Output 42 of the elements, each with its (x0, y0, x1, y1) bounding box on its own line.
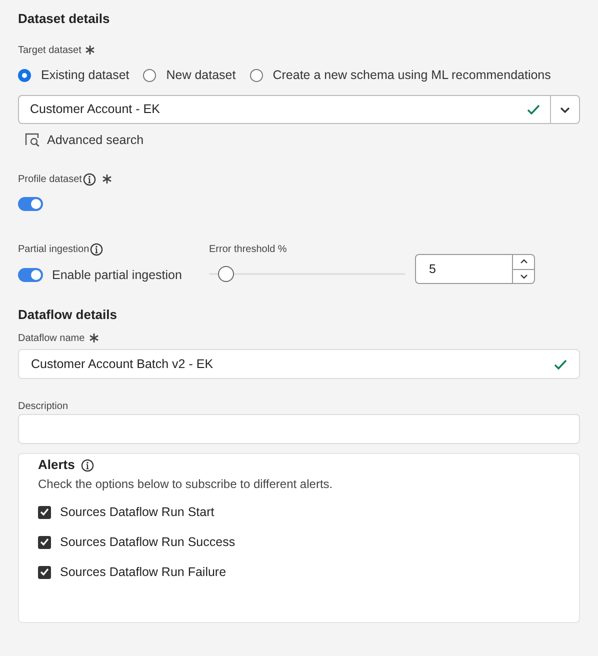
toggle-switch[interactable] (18, 268, 43, 282)
checkbox[interactable] (38, 536, 51, 548)
field-label: Error threshold % (209, 243, 288, 256)
radio-label[interactable]: Create a new schema using ML recommendations (272, 66, 551, 84)
description-field[interactable] (18, 414, 580, 444)
chevron-down-icon (560, 106, 570, 112)
info-icon[interactable] (82, 172, 96, 186)
checkbox-label[interactable]: Sources Dataflow Run Start (60, 502, 214, 522)
radio-label[interactable]: Existing dataset (41, 66, 130, 84)
radio-button[interactable] (250, 68, 263, 82)
chevron-down-icon (520, 274, 528, 279)
info-icon[interactable] (90, 242, 104, 256)
slider-thumb[interactable] (218, 266, 234, 282)
select-value: Customer Account - EK (29, 101, 161, 118)
info-icon[interactable] (80, 458, 94, 472)
radio-button[interactable] (143, 68, 156, 82)
field-label: Description (18, 400, 70, 413)
checkbox[interactable] (38, 506, 51, 518)
toggle-label: Enable partial ingestion (52, 266, 182, 284)
toggle-switch[interactable] (18, 197, 43, 211)
section-title: Dataset details (18, 10, 111, 27)
slider[interactable] (209, 266, 405, 282)
number-field[interactable]: 5 (415, 254, 535, 284)
radio-button[interactable] (18, 68, 31, 82)
field-label: Partial ingestion (18, 242, 90, 256)
checkbox-label[interactable]: Sources Dataflow Run Success (60, 532, 236, 552)
field-label: Profile dataset (18, 172, 82, 186)
alerts-description: Check the options below to subscribe to different alerts. (38, 476, 334, 493)
field-label: Target dataset (18, 44, 82, 58)
card-title: Alerts (38, 456, 75, 474)
dataflow-name-field[interactable]: Customer Account Batch v2 - EK (18, 349, 580, 379)
field-label: Dataflow name (18, 332, 85, 346)
checkbox[interactable] (38, 566, 51, 578)
search-icon (25, 133, 40, 147)
advanced-search-button[interactable]: Advanced search (25, 131, 144, 149)
number-value: 5 (428, 260, 437, 278)
field-value: Customer Account Batch v2 - EK (31, 356, 214, 373)
radio-label[interactable]: New dataset (166, 66, 236, 84)
checkbox-label[interactable]: Sources Dataflow Run Failure (60, 562, 226, 582)
section-title: Dataflow details (18, 306, 118, 323)
dataset-select[interactable]: Customer Account - EK (18, 95, 580, 124)
chevron-up-icon (520, 259, 528, 264)
